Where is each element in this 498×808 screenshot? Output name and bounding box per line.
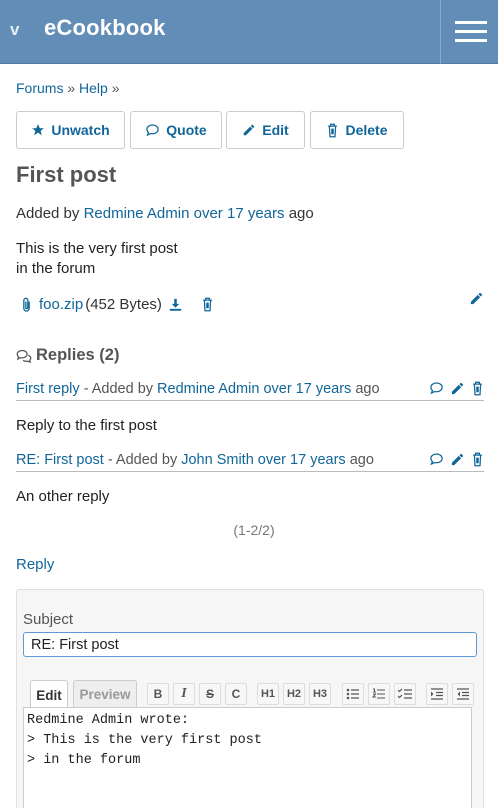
reply-author-link[interactable]: Redmine Admin: [157, 381, 259, 397]
reply-header: First reply - Added by Redmine Admin ove…: [16, 381, 484, 401]
tab-edit[interactable]: Edit: [30, 680, 68, 709]
trash-icon[interactable]: [471, 452, 484, 467]
message-meta: Added by Redmine Admin over 17 years ago: [16, 205, 314, 222]
pagination-info: (1-2/2): [233, 522, 275, 538]
reply-ago: ago: [349, 452, 374, 468]
breadcrumb-help[interactable]: Help: [79, 80, 108, 96]
reply-header: RE: First post - Added by John Smith ove…: [16, 452, 484, 472]
quote-icon[interactable]: [429, 381, 444, 395]
attachment-link[interactable]: foo.zip: [39, 296, 83, 313]
message-editor-textarea[interactable]: Redmine Admin wrote: > This is the very …: [23, 707, 472, 808]
hamburger-menu-icon[interactable]: [440, 0, 498, 64]
project-menu-toggle[interactable]: v: [10, 20, 19, 40]
trash-icon[interactable]: [201, 297, 214, 312]
message-body-line: in the forum: [16, 260, 96, 277]
reply-time-link[interactable]: over 17 years: [263, 381, 351, 397]
bullet-list-icon[interactable]: [342, 683, 364, 705]
reply-body: Reply to the first post: [16, 417, 157, 434]
heading3-button[interactable]: H3: [309, 683, 331, 705]
reply-body: An other reply: [16, 488, 110, 505]
italic-button[interactable]: I: [173, 683, 195, 705]
ago-label: ago: [288, 205, 314, 222]
unwatch-label: Unwatch: [51, 122, 110, 138]
numbered-list-icon[interactable]: [368, 683, 390, 705]
paperclip-icon: [23, 297, 30, 312]
reply-author-link[interactable]: John Smith: [181, 452, 254, 468]
reply-added-by: - Added by: [107, 452, 178, 468]
download-icon[interactable]: [168, 297, 183, 312]
indent-icon[interactable]: [426, 683, 448, 705]
trash-icon: [328, 123, 338, 137]
tab-preview[interactable]: Preview: [73, 680, 137, 708]
attachment-row: foo.zip (452 Bytes): [20, 296, 214, 313]
project-title[interactable]: eCookbook: [44, 15, 166, 41]
reply-time-link[interactable]: over 17 years: [258, 452, 346, 468]
comment-icon: [146, 124, 160, 137]
pencil-icon[interactable]: [469, 291, 484, 306]
breadcrumb-separator: »: [67, 80, 76, 96]
message-body-line: This is the very first post: [16, 240, 178, 257]
breadcrumb-forums[interactable]: Forums: [16, 80, 63, 96]
reply-ago: ago: [355, 381, 380, 397]
pencil-icon: [244, 124, 255, 136]
added-by-label: Added by: [16, 205, 80, 222]
delete-label: Delete: [345, 122, 388, 138]
star-icon: [32, 124, 45, 136]
replies-heading-label: Replies (2): [36, 346, 120, 364]
trash-icon[interactable]: [471, 381, 484, 396]
unwatch-button[interactable]: Unwatch: [16, 111, 125, 149]
replies-heading: Replies (2): [16, 346, 119, 365]
delete-button[interactable]: Delete: [310, 111, 404, 149]
checklist-icon[interactable]: [394, 683, 416, 705]
reply-link[interactable]: Reply: [16, 556, 54, 573]
subject-label: Subject: [23, 611, 74, 628]
outdent-icon[interactable]: [452, 683, 474, 705]
edit-button[interactable]: Edit: [226, 111, 305, 149]
subject-input[interactable]: [23, 632, 477, 657]
reply-subject-link[interactable]: RE: First post: [16, 452, 104, 468]
attachment-size: (452 Bytes): [85, 296, 162, 313]
breadcrumb-separator: »: [111, 80, 120, 96]
comments-icon: [16, 349, 32, 363]
heading2-button[interactable]: H2: [283, 683, 305, 705]
edit-label: Edit: [262, 122, 289, 138]
reply-actions: [429, 381, 484, 396]
breadcrumb: Forums » Help »: [16, 80, 120, 96]
quote-label: Quote: [166, 122, 207, 138]
reply-actions: [429, 452, 484, 467]
strikethrough-button[interactable]: S: [199, 683, 221, 705]
quote-button[interactable]: Quote: [130, 111, 222, 149]
heading1-button[interactable]: H1: [257, 683, 279, 705]
pencil-icon[interactable]: [450, 452, 465, 467]
pencil-icon[interactable]: [450, 381, 465, 396]
reply-added-by: - Added by: [83, 381, 154, 397]
time-link[interactable]: over 17 years: [194, 205, 285, 222]
bold-button[interactable]: B: [147, 683, 169, 705]
reply-subject-link[interactable]: First reply: [16, 381, 80, 397]
top-header: v eCookbook: [0, 0, 498, 64]
author-link[interactable]: Redmine Admin: [84, 205, 190, 222]
code-button[interactable]: C: [225, 683, 247, 705]
quote-icon[interactable]: [429, 452, 444, 466]
message-title: First post: [16, 162, 117, 187]
